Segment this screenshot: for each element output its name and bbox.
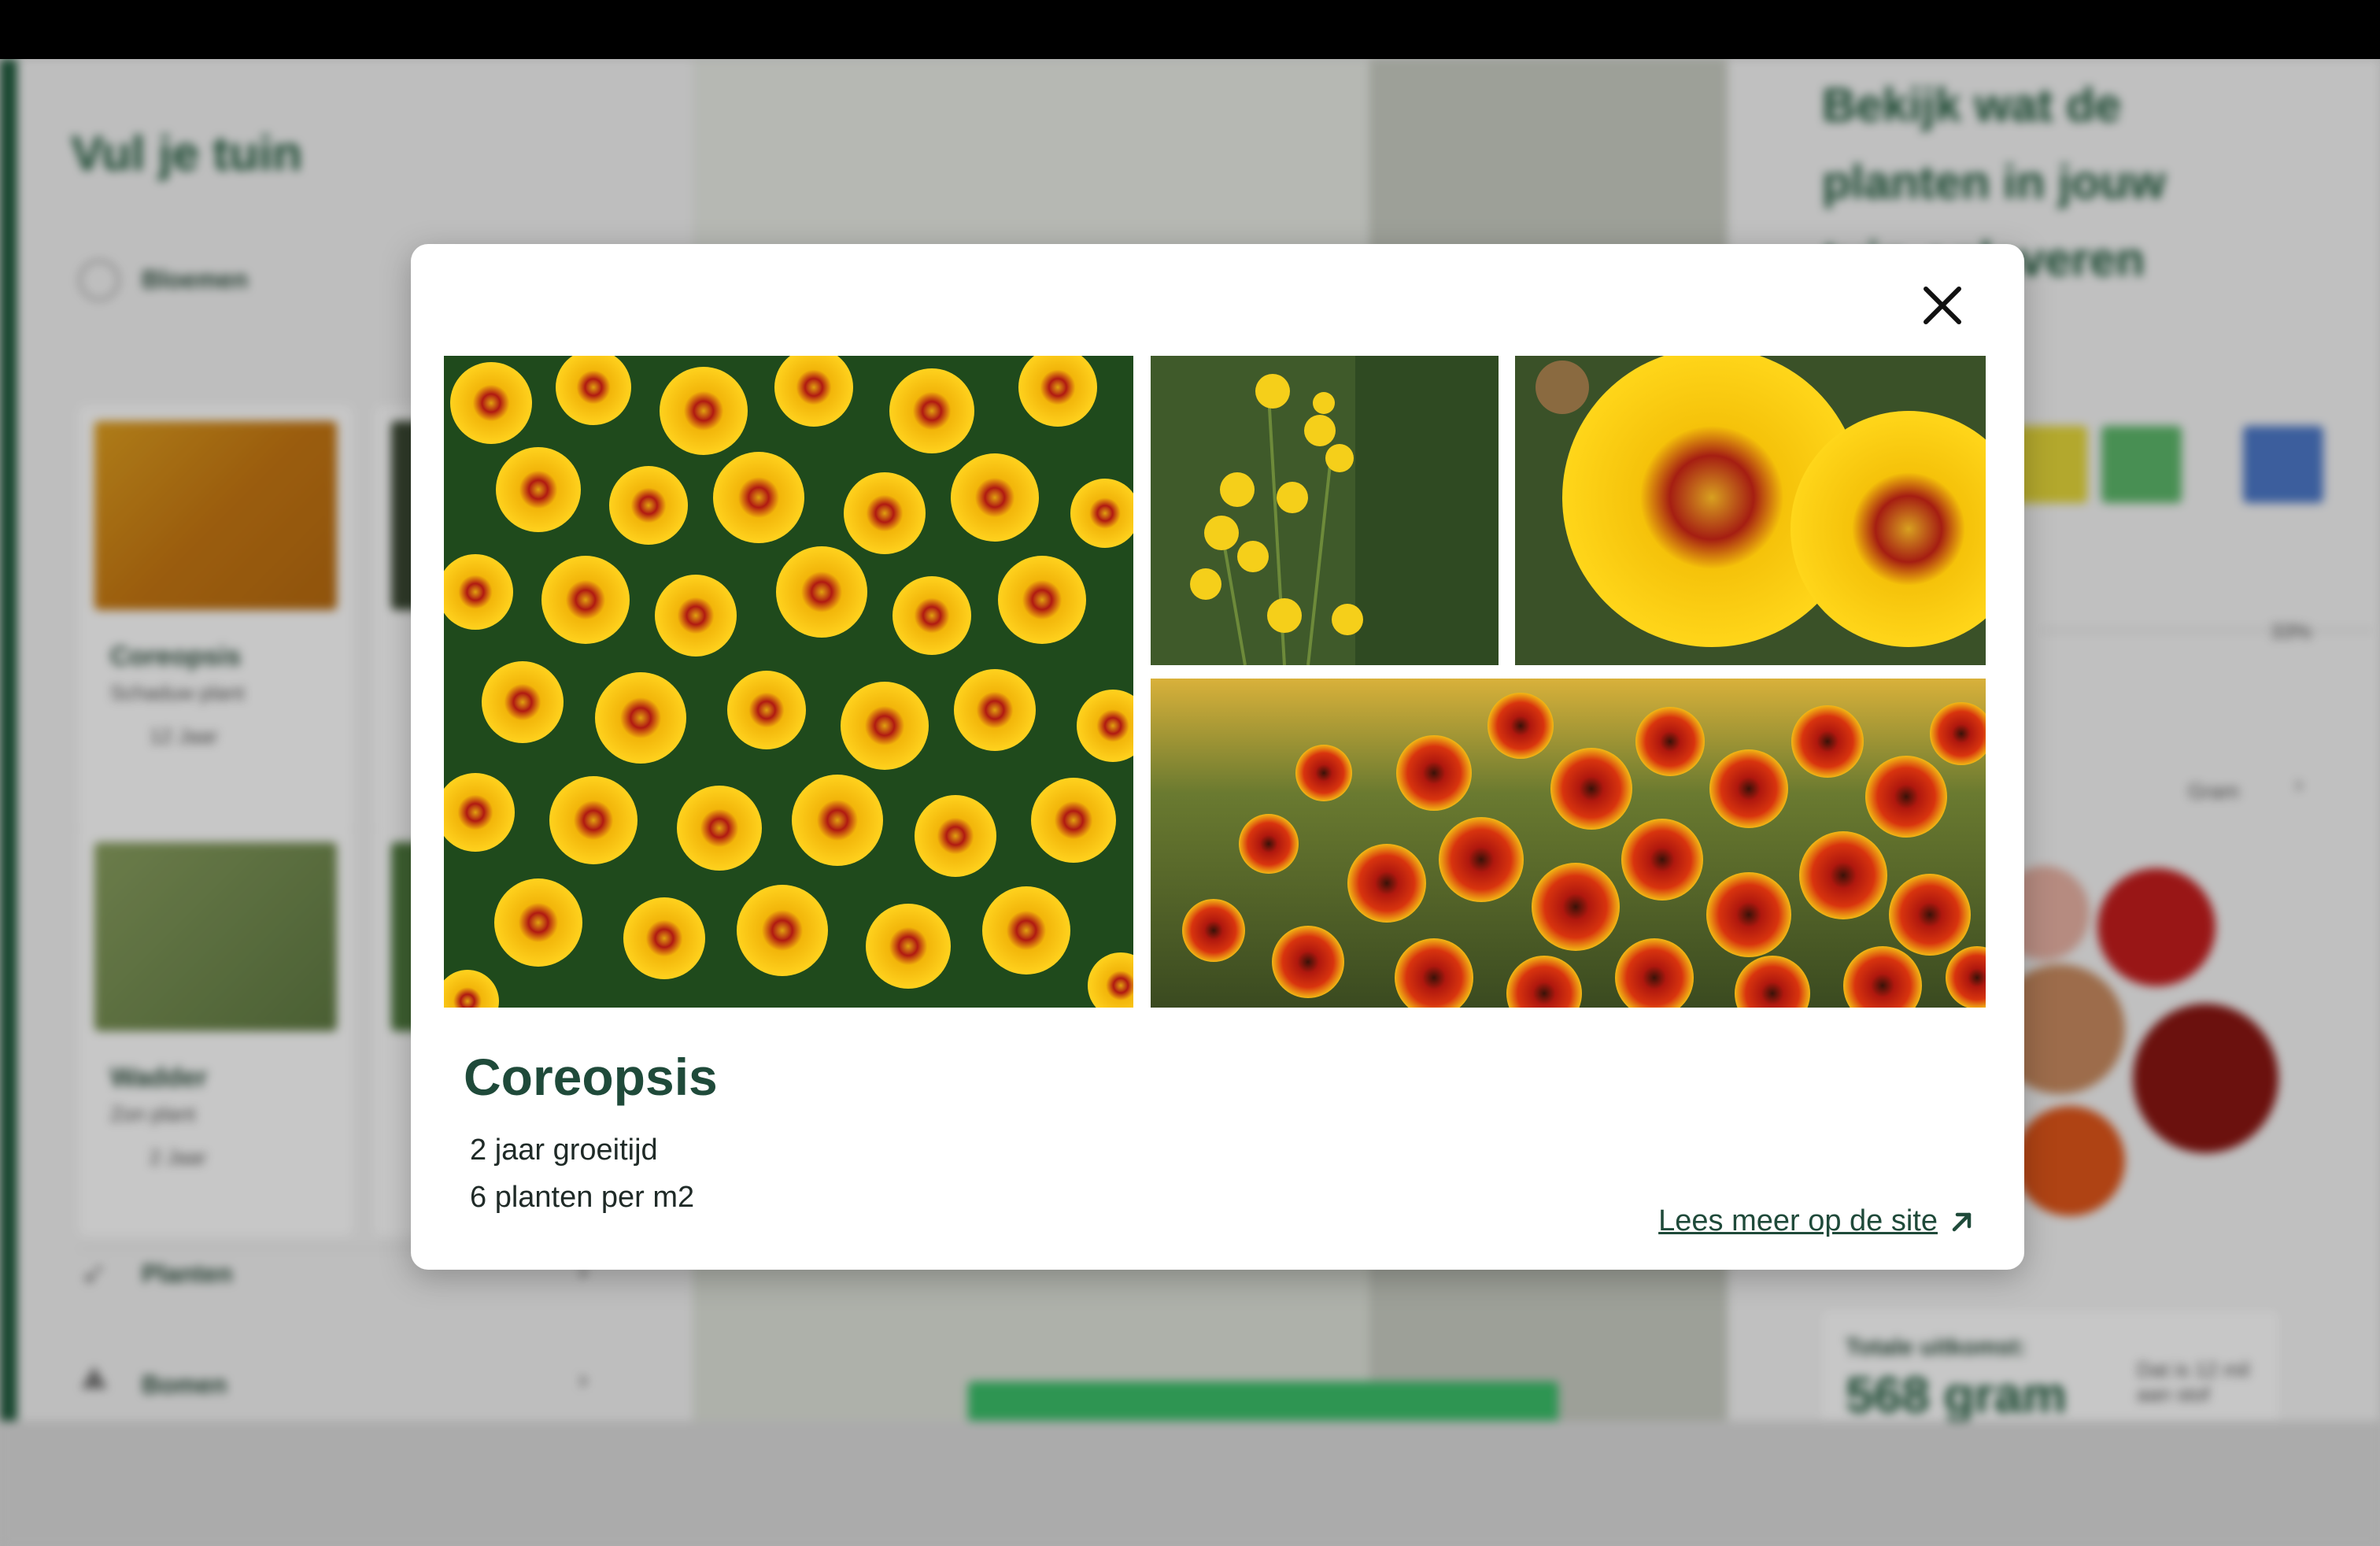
coreopsis-photo <box>444 356 1133 1008</box>
read-more-label: Lees meer op de site <box>1658 1204 1938 1237</box>
plant-detail-modal: Coreopsis 2 jaar groeitijd 6 planten per… <box>411 244 2024 1270</box>
arrow-up-right-icon <box>1952 1212 1972 1231</box>
close-icon <box>1924 287 1961 324</box>
plant-photo-main[interactable] <box>444 356 1133 1008</box>
coreopsis-closeup-photo <box>1515 356 1986 665</box>
coreopsis-stems-photo <box>1151 356 1499 665</box>
plants-per-m2: 6 planten per m2 <box>470 1181 695 1214</box>
growth-time: 2 jaar groeitijd <box>470 1134 658 1167</box>
window-top-bar <box>0 0 2380 59</box>
read-more-link[interactable]: Lees meer op de site <box>1658 1204 1975 1238</box>
plant-photo-stems[interactable] <box>1151 356 1499 665</box>
plant-title: Coreopsis <box>464 1048 718 1106</box>
coreopsis-field-photo <box>1151 679 1986 1008</box>
close-button[interactable] <box>1911 274 1974 337</box>
plant-photo-closeup[interactable] <box>1515 356 1986 665</box>
plant-photo-field[interactable] <box>1151 679 1986 1008</box>
